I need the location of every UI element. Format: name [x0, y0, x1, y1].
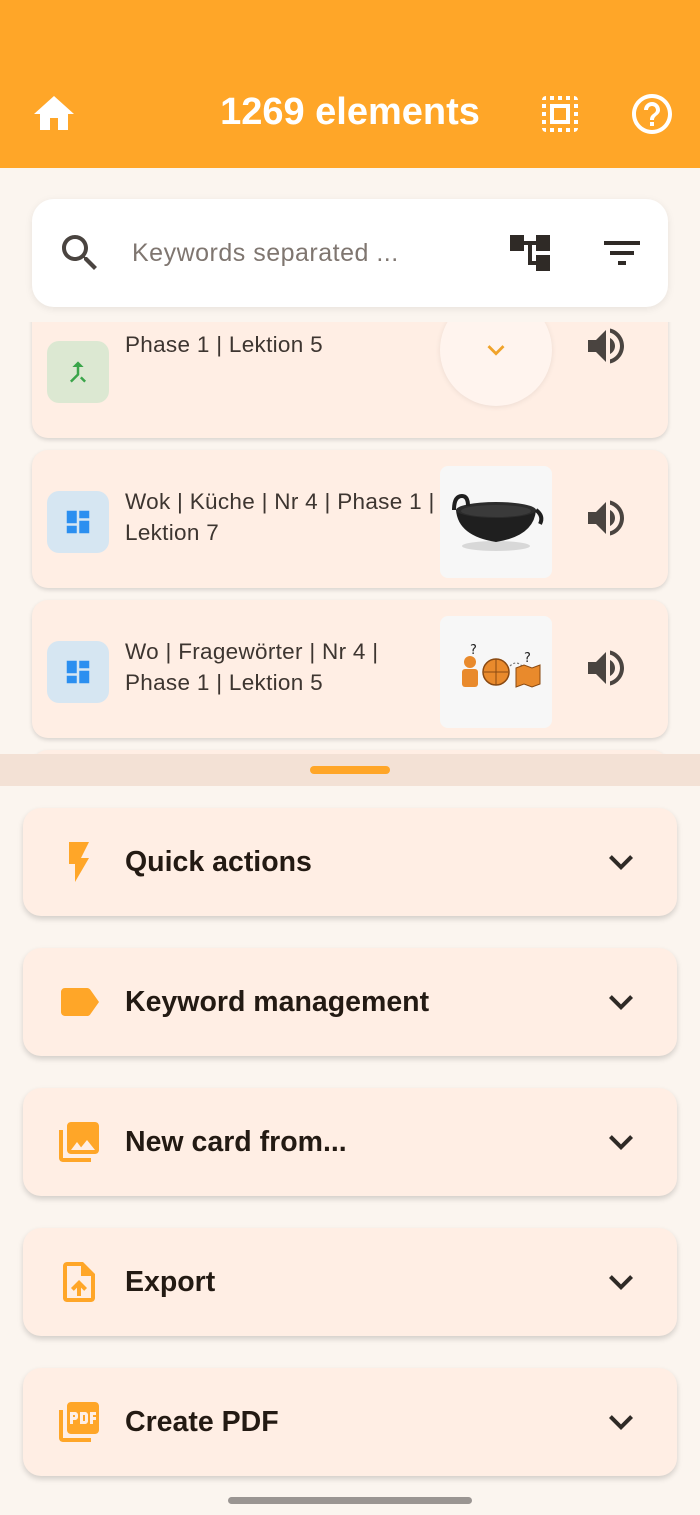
bolt-icon [55, 838, 103, 886]
keyword-management-panel[interactable]: Keyword management [23, 948, 677, 1056]
upload-file-icon [55, 1258, 103, 1306]
help-icon[interactable] [628, 90, 676, 138]
dashboard-type-badge [47, 641, 109, 703]
search-bar [32, 199, 668, 307]
panel-title: New card from... [125, 1126, 347, 1158]
dashboard-icon [66, 660, 90, 684]
chevron-down-icon[interactable] [597, 1398, 645, 1446]
list-item[interactable]: Phase 1 | Lektion 5 [32, 322, 668, 438]
svg-text:?: ? [524, 651, 531, 666]
panel-title: Quick actions [125, 846, 312, 878]
new-card-from-panel[interactable]: New card from... [23, 1088, 677, 1196]
pdf-icon [55, 1398, 103, 1446]
filter-icon[interactable] [598, 229, 646, 277]
card-label: Wo | Fragewörter | Nr 4 | Phase 1 | Lekt… [125, 639, 379, 695]
list-item[interactable]: Wo | Fragewörter | Nr 4 | Phase 1 | Lekt… [32, 600, 668, 738]
merge-type-badge [47, 341, 109, 403]
label-icon [55, 978, 103, 1026]
dashboard-icon [66, 510, 90, 534]
app-bar: 1269 elements [0, 0, 700, 168]
system-navigation-bar[interactable] [228, 1497, 472, 1504]
dashboard-type-badge [47, 491, 109, 553]
chevron-down-icon[interactable] [597, 1118, 645, 1166]
expand-button[interactable] [440, 322, 552, 406]
svg-text:?: ? [470, 643, 477, 658]
bottom-sheet-drag-handle[interactable] [0, 754, 700, 786]
export-panel[interactable]: Export [23, 1228, 677, 1336]
chevron-down-icon [487, 345, 505, 356]
element-count-title: 1269 elements [220, 91, 480, 133]
wok-image[interactable] [440, 466, 552, 578]
card-label: Wok | Küche | Nr 4 | Phase 1 | Lektion 7 [125, 489, 435, 545]
speaker-icon[interactable] [582, 644, 630, 692]
drag-handle-pill[interactable] [310, 766, 390, 774]
card-list[interactable]: Phase 1 | Lektion 5 Wok | Küche | Nr 4 |… [0, 322, 700, 754]
search-input[interactable] [132, 233, 432, 273]
speaker-icon[interactable] [582, 322, 630, 370]
merge-icon [69, 361, 87, 383]
quick-actions-panel[interactable]: Quick actions [23, 808, 677, 916]
create-pdf-panel[interactable]: Create PDF [23, 1368, 677, 1476]
list-item[interactable]: Wok | Küche | Nr 4 | Phase 1 | Lektion 7 [32, 450, 668, 588]
panel-title: Keyword management [125, 986, 430, 1018]
panel-title: Export [125, 1266, 216, 1298]
chevron-down-icon[interactable] [597, 838, 645, 886]
card-label: Phase 1 | Lektion 5 [125, 332, 323, 357]
speaker-icon[interactable] [582, 494, 630, 542]
panel-title: Create PDF [125, 1406, 279, 1438]
home-icon[interactable] [30, 90, 78, 138]
where-question-image[interactable]: ? ? [440, 616, 552, 728]
chevron-down-icon[interactable] [597, 1258, 645, 1306]
chevron-down-icon[interactable] [597, 978, 645, 1026]
tree-view-icon[interactable] [506, 229, 554, 277]
photo-library-icon [55, 1118, 103, 1166]
select-all-icon[interactable] [536, 90, 584, 138]
search-icon [56, 229, 104, 277]
